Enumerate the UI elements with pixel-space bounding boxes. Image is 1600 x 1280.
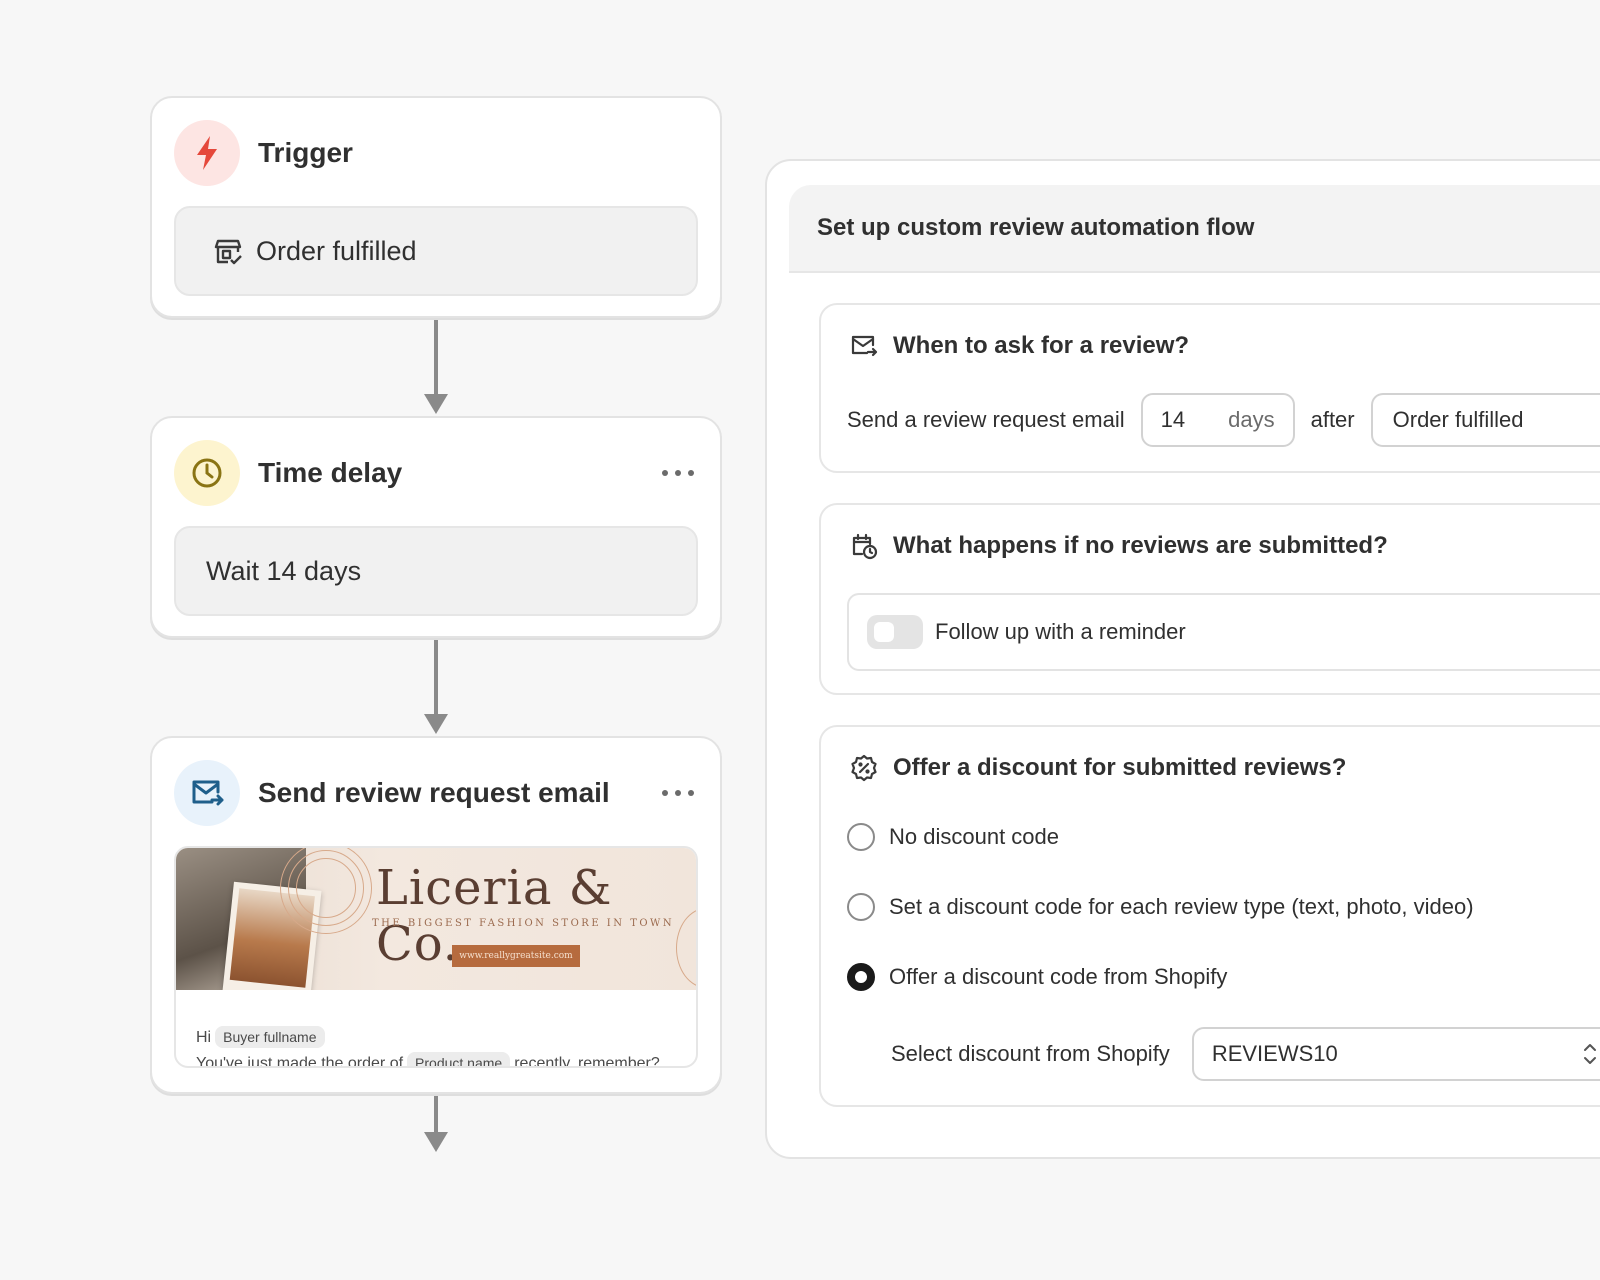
discount-section: Offer a discount for submitted reviews? …	[819, 725, 1600, 1107]
radio-label: Offer a discount code from Shopify	[889, 964, 1228, 989]
flow-arrow	[424, 1096, 448, 1152]
days-value: 14	[1160, 407, 1186, 432]
brand-tagline: THE BIGGEST FASHION STORE IN TOWN	[372, 918, 675, 929]
order-check-icon	[212, 235, 244, 267]
more-options-icon[interactable]	[658, 458, 698, 488]
radio-button[interactable]	[847, 893, 875, 921]
mail-forward-icon	[849, 331, 879, 361]
product-chip: Product name	[407, 1052, 511, 1066]
panel-title: Set up custom review automation flow	[789, 185, 1600, 273]
select-chevron-icon	[1582, 1041, 1598, 1067]
radio-label: No discount code	[889, 824, 1059, 849]
radio-button[interactable]	[847, 823, 875, 851]
radio-button-selected[interactable]	[847, 963, 875, 991]
flow-arrow	[424, 320, 448, 414]
days-input[interactable]: 14 days	[1140, 393, 1295, 447]
discount-select-value: REVIEWS10	[1211, 1041, 1338, 1066]
after-label: after	[1310, 407, 1355, 432]
trigger-event[interactable]: Order fulfilled	[174, 206, 698, 296]
trigger-card[interactable]: Trigger Order fulfilled	[150, 96, 722, 318]
email-line-end: recently, remember?	[514, 1055, 660, 1068]
email-preview[interactable]: Liceria & Co. THE BIGGEST FASHION STORE …	[174, 846, 698, 1068]
more-options-icon[interactable]	[658, 778, 698, 808]
email-line-start: You've just made the order of	[196, 1055, 404, 1068]
event-value: Order fulfilled	[1392, 407, 1524, 432]
trigger-event-label: Order fulfilled	[256, 235, 417, 266]
send-label: Send a review request email	[847, 407, 1125, 432]
when-section: When to ask for a review? Send a review …	[819, 303, 1600, 473]
email-title: Send review request email	[258, 777, 610, 808]
radio-shopify-discount[interactable]: Offer a discount code from Shopify	[847, 963, 1227, 991]
discount-select-label: Select discount from Shopify	[891, 1041, 1170, 1066]
reminder-toggle[interactable]	[867, 615, 923, 649]
time-delay-title: Time delay	[258, 457, 403, 488]
greeting: Hi	[196, 1029, 212, 1046]
calendar-clock-icon	[849, 531, 879, 561]
flow-arrow	[424, 640, 448, 734]
email-body: Hi Buyer fullname You've just made the or…	[176, 990, 696, 1068]
site-button: www.reallygreatsite.com	[452, 945, 580, 967]
reminder-label: Follow up with a reminder	[935, 619, 1186, 644]
event-select[interactable]: Order fulfilled	[1370, 393, 1600, 447]
settings-panel: Set up custom review automation flow Whe…	[765, 159, 1600, 1159]
radio-no-discount[interactable]: No discount code	[847, 823, 1059, 851]
when-title: When to ask for a review?	[893, 332, 1190, 359]
reminder-toggle-row: Follow up with a reminder	[847, 593, 1600, 671]
discount-select[interactable]: REVIEWS10	[1191, 1027, 1600, 1081]
days-suffix: days	[1228, 407, 1275, 432]
mail-forward-icon	[174, 760, 240, 826]
no-reviews-title: What happens if no reviews are submitted…	[893, 532, 1388, 559]
clock-icon	[174, 440, 240, 506]
time-delay-value[interactable]: Wait 14 days	[174, 526, 698, 616]
discount-title: Offer a discount for submitted reviews?	[893, 754, 1347, 781]
discount-badge-icon	[849, 753, 879, 783]
no-reviews-section: What happens if no reviews are submitted…	[819, 503, 1600, 695]
lightning-icon	[174, 120, 240, 186]
email-card[interactable]: Send review request email Liceria & Co. …	[150, 736, 722, 1094]
email-banner: Liceria & Co. THE BIGGEST FASHION STORE …	[176, 848, 696, 990]
trigger-title: Trigger	[258, 137, 353, 168]
radio-per-review-type[interactable]: Set a discount code for each review type…	[847, 893, 1474, 921]
buyer-chip: Buyer fullname	[215, 1026, 325, 1048]
time-delay-card[interactable]: Time delay Wait 14 days	[150, 416, 722, 638]
radio-label: Set a discount code for each review type…	[889, 894, 1474, 919]
